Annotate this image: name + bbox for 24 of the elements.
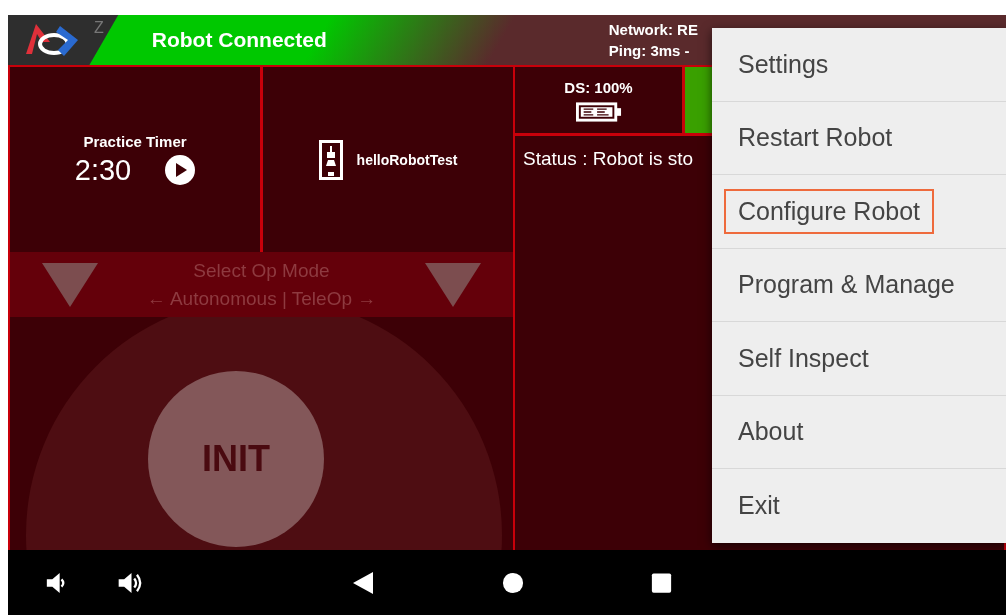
connection-status: Robot Connected xyxy=(151,28,327,52)
menu-item[interactable]: Configure Robot xyxy=(724,188,935,234)
status-text: Status : Robot is sto xyxy=(523,148,694,169)
menu-item[interactable]: Self Inspect xyxy=(724,335,883,381)
home-icon[interactable] xyxy=(502,572,524,594)
play-icon[interactable] xyxy=(165,155,196,185)
battery-label: DS: 100% xyxy=(564,78,633,96)
timer-label: Practice Timer xyxy=(83,132,187,150)
selector-hint: ← Autonomous | TeleOp → xyxy=(146,286,377,311)
network-name: Network: RE xyxy=(608,20,698,40)
menu-item[interactable]: Exit xyxy=(724,483,794,529)
timer-value: 2:30 xyxy=(74,153,132,187)
phone-robot-icon xyxy=(318,139,343,180)
back-icon[interactable] xyxy=(353,572,373,594)
menu-item[interactable]: About xyxy=(724,409,818,455)
menu-item[interactable]: Restart Robot xyxy=(724,115,907,161)
recents-icon[interactable] xyxy=(651,572,672,594)
menu-item[interactable]: Program & Manage xyxy=(724,262,969,308)
volume-down-icon[interactable] xyxy=(46,572,66,594)
logo-letter: Z xyxy=(94,19,104,37)
opmode-name: helloRobotTest xyxy=(356,151,458,168)
battery-icon xyxy=(575,101,622,122)
ping-reading: Ping: 3ms - xyxy=(608,41,691,61)
menu-item[interactable]: Settings xyxy=(724,41,843,87)
